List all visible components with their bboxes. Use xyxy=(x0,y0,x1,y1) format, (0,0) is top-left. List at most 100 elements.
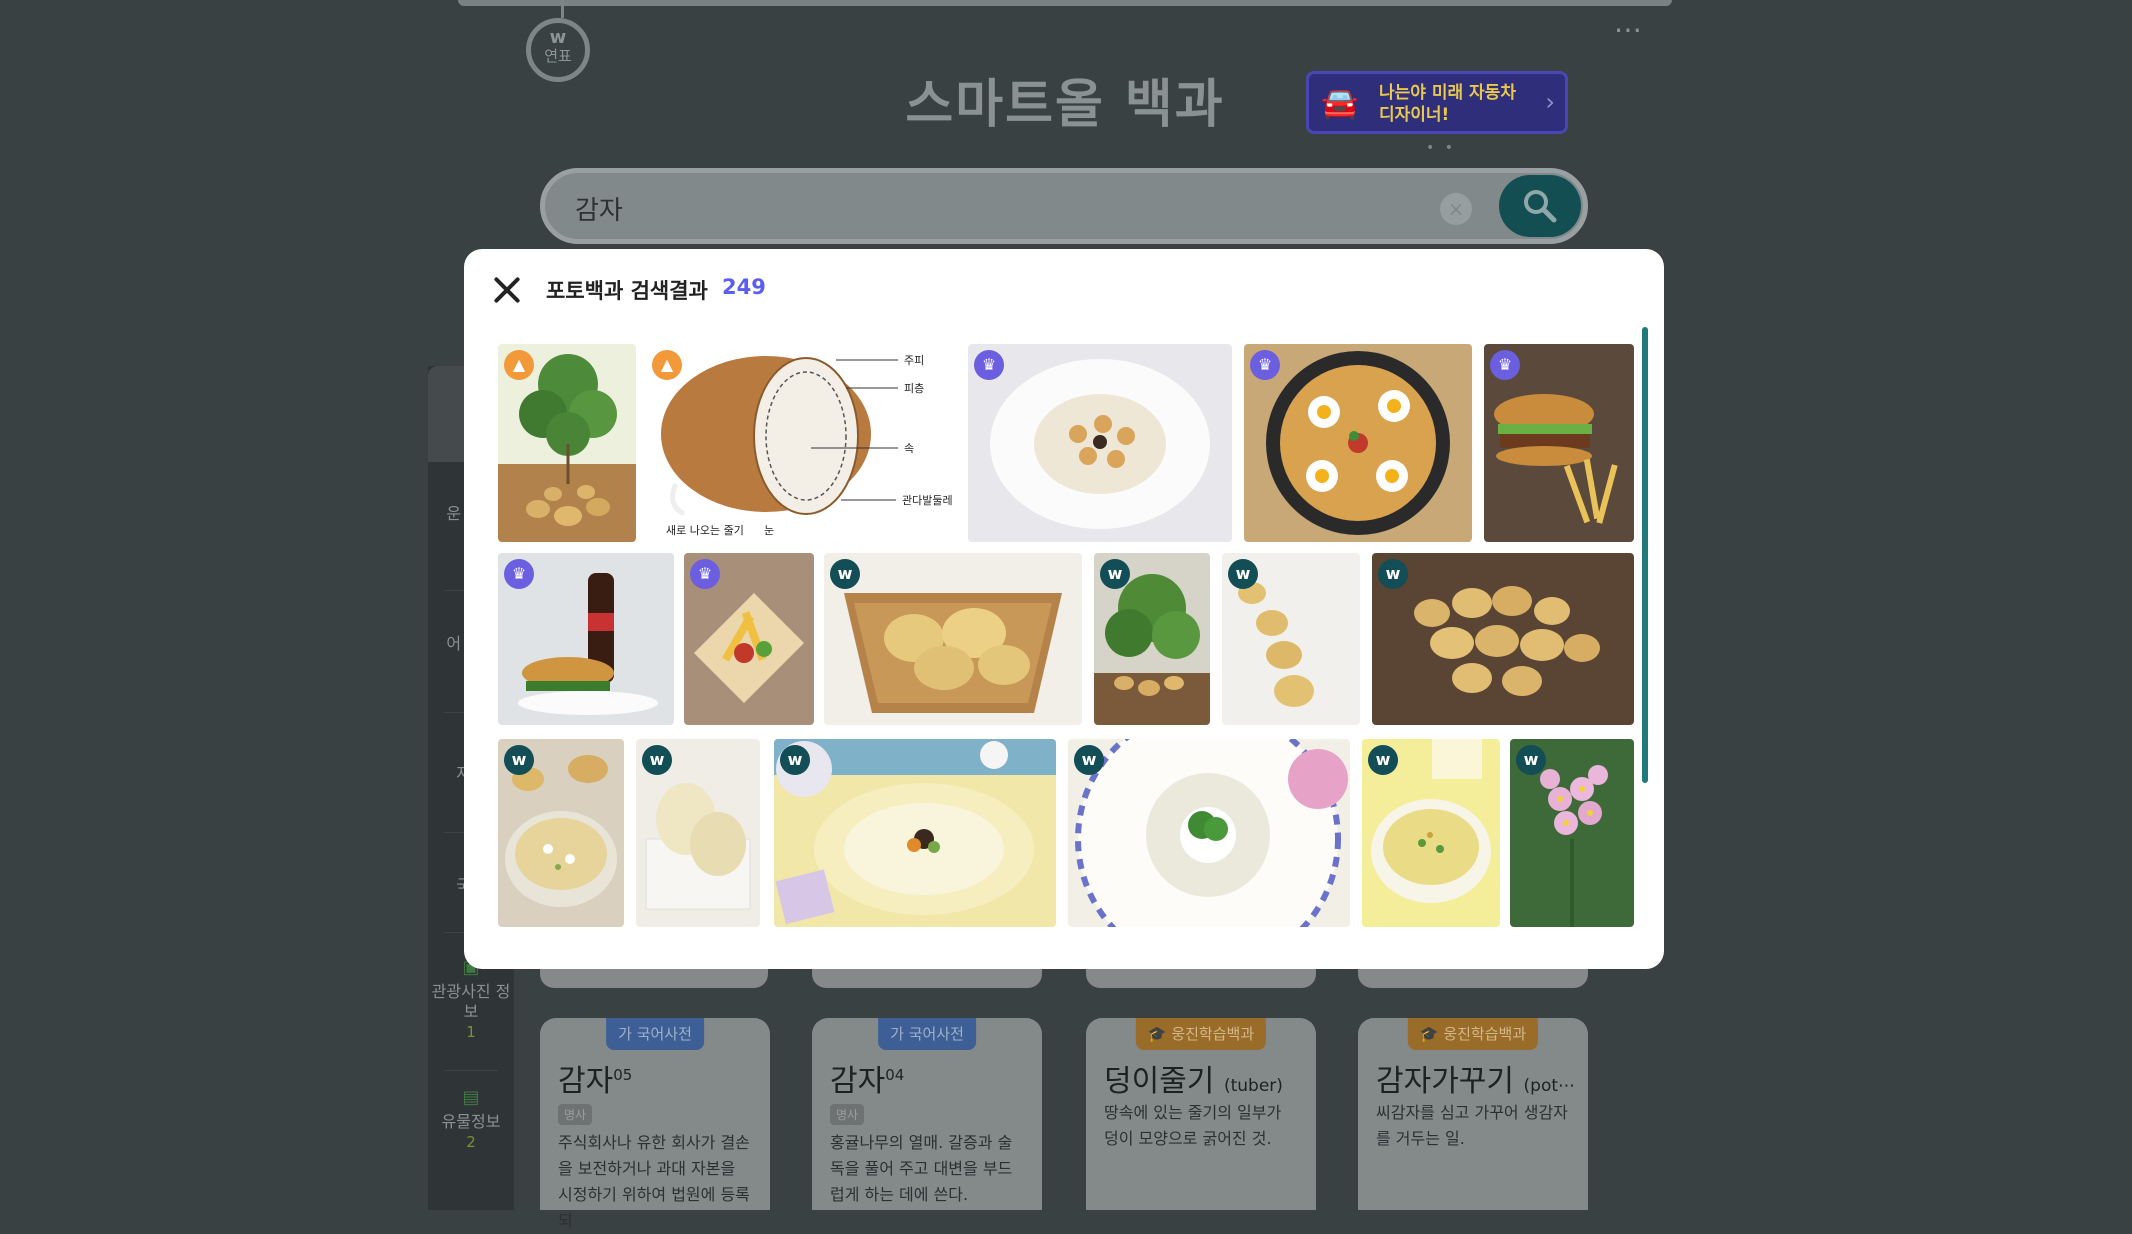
top-bar xyxy=(458,0,1672,6)
photo-potato-cream-soup[interactable]: w xyxy=(1362,739,1500,927)
noodle-bowl-image xyxy=(774,739,1056,925)
banner-text: 나는야 미래 자동차 디자이너! xyxy=(1379,83,1516,125)
card-tag-label: 웅진학습백과 xyxy=(1171,1025,1255,1043)
sidebar-item-tourism[interactable]: ▣ 관광사진 정보 1 xyxy=(428,958,514,1042)
w-logo-icon: w xyxy=(504,745,534,775)
photo-burger-set-with-cola[interactable]: ♛ xyxy=(498,553,674,725)
more-icon[interactable]: ⋯ xyxy=(1614,16,1644,44)
clear-icon[interactable]: × xyxy=(1440,193,1472,225)
card-tag-label: 국어사전 xyxy=(908,1025,964,1043)
part-of-speech-badge: 명사 xyxy=(558,1104,593,1125)
w-logo-icon: w xyxy=(549,27,567,48)
w-logo-icon: w xyxy=(1228,559,1258,589)
carousel-dots[interactable]: • • xyxy=(1426,140,1456,156)
diagram-label: 주피 xyxy=(904,354,924,367)
card-tag-label: 웅진학습백과 xyxy=(1443,1025,1527,1043)
sidebar-item-count: 1 xyxy=(466,1023,476,1041)
card-tag: 가 국어사전 xyxy=(878,1018,976,1050)
w-logo-icon: w xyxy=(830,559,860,589)
card-tag: 🎓 웅진학습백과 xyxy=(1407,1018,1539,1050)
card-title-text: 감자 xyxy=(830,1064,886,1099)
card-title: 감자가꾸기 (pot⋯ xyxy=(1376,1056,1575,1100)
photo-potato-noodle-bowl[interactable]: w xyxy=(774,739,1056,927)
crown-icon: ♛ xyxy=(1490,350,1520,380)
rice-ring-image xyxy=(1075,739,1348,927)
card-tag: 🎓 웅진학습백과 xyxy=(1135,1018,1267,1050)
car-icon: 🚘 xyxy=(1321,86,1359,121)
search-input[interactable] xyxy=(573,187,1397,229)
card-title: 감자05 xyxy=(558,1056,632,1100)
result-card[interactable]: 🎓 웅진학습백과 덩이줄기 (tuber) 땅속에 있는 줄기의 일부가 덩이 … xyxy=(1086,1018,1316,1210)
diagram-label: 속 xyxy=(904,442,914,455)
sidebar-item-relics[interactable]: ▤ 유물정보 2 xyxy=(428,1088,514,1152)
card-title-text: 덩이줄기 xyxy=(1104,1064,1215,1099)
sidebar-item-label: 관광사진 정보 xyxy=(431,982,511,1021)
card-title: 감자04 xyxy=(830,1056,904,1100)
photo-potato-pizza[interactable]: ♛ xyxy=(1244,344,1472,542)
diagram-label: 새로 나오는 줄기 xyxy=(666,524,744,537)
promo-banner[interactable]: 🚘 나는야 미래 자동차 디자이너! › xyxy=(1306,71,1568,134)
close-button[interactable] xyxy=(492,275,522,305)
diagram-label: 피층 xyxy=(904,382,924,395)
photo-potato-soup-bowl[interactable]: w xyxy=(498,739,624,927)
photo-potato-plant-illustration[interactable]: ▲ xyxy=(498,344,636,542)
timeline-button[interactable]: w 연표 xyxy=(526,18,590,82)
modal-title: 포토백과 검색결과 xyxy=(546,279,708,303)
mortarboard-icon: ▲ xyxy=(652,350,682,380)
mortarboard-icon: 🎓 xyxy=(1147,1025,1167,1043)
sidebar-item-count: 2 xyxy=(466,1133,476,1151)
photo-potatoes-in-a-row[interactable]: w xyxy=(1222,553,1360,725)
divider xyxy=(444,1070,498,1071)
relic-icon: ▤ xyxy=(462,1087,480,1108)
card-title-note: (tuber) xyxy=(1223,1076,1283,1096)
site-title: 스마트올 백과 xyxy=(905,75,1225,135)
crown-icon: ♛ xyxy=(974,350,1004,380)
mortarboard-icon: 🎓 xyxy=(1419,1025,1439,1043)
w-logo-icon: w xyxy=(1378,559,1408,589)
card-title-text: 감자 xyxy=(558,1064,614,1099)
w-logo-icon: w xyxy=(1516,745,1546,775)
crown-icon: ♛ xyxy=(1250,350,1280,380)
sidebar-item-label: 유물정보 xyxy=(441,1112,501,1131)
search-bar: × xyxy=(540,168,1588,244)
photo-potato-plant-soil[interactable]: w xyxy=(1094,553,1210,725)
basket-image xyxy=(844,593,1062,713)
w-logo-icon: w xyxy=(642,745,672,775)
mortarboard-icon: ▲ xyxy=(504,350,534,380)
dictionary-icon: 가 xyxy=(618,1025,632,1043)
photo-peeled-potatoes[interactable]: w xyxy=(636,739,760,927)
card-tag: 가 국어사전 xyxy=(606,1018,704,1050)
crown-icon: ♛ xyxy=(690,559,720,589)
card-title-sup: 04 xyxy=(885,1066,905,1084)
scrollbar-thumb[interactable] xyxy=(1642,327,1648,783)
photo-tortilla-wrap-fries[interactable]: ♛ xyxy=(684,553,814,725)
photo-potato-flower[interactable]: w xyxy=(1510,739,1634,927)
result-card[interactable]: 가 국어사전 감자04 명사 홍귤나무의 열매. 갈증과 술독을 풀어 주고 대… xyxy=(812,1018,1042,1210)
card-title-sup: 05 xyxy=(613,1066,633,1084)
w-logo-icon: w xyxy=(780,745,810,775)
photo-potato-pile-on-soil[interactable]: w xyxy=(1372,553,1634,725)
card-title-note: (pot⋯ xyxy=(1523,1076,1576,1096)
search-button[interactable] xyxy=(1499,175,1581,237)
photo-potato-rice-ring-with-broccoli[interactable]: w xyxy=(1068,739,1350,927)
result-count: 249 xyxy=(722,275,766,299)
photo-potatoes-in-basket[interactable]: w xyxy=(824,553,1082,725)
year-line xyxy=(561,0,564,18)
pizza-image xyxy=(1266,351,1450,535)
w-logo-icon: w xyxy=(1074,745,1104,775)
dictionary-icon: 가 xyxy=(890,1025,904,1043)
photo-burger-and-fries[interactable]: ♛ xyxy=(1484,344,1634,542)
result-card[interactable]: 가 국어사전 감자05 명사 주식회사나 유한 회사가 결손을 보전하거나 과대… xyxy=(540,1018,770,1230)
photo-results-modal: 포토백과 검색결과 249 ▲ 주피 피층 속 관다발둘레 새로 나오는 줄기 xyxy=(464,249,1664,969)
crown-icon: ♛ xyxy=(504,559,534,589)
photo-potato-gnocchi-plate[interactable]: ♛ xyxy=(968,344,1232,542)
card-tag-label: 국어사전 xyxy=(636,1025,692,1043)
card-description: 홍귤나무의 열매. 갈증과 술독을 풀어 주고 대변을 부드럽게 하는 데에 쓴… xyxy=(830,1133,1013,1204)
w-logo-icon: w xyxy=(1100,559,1130,589)
search-icon xyxy=(1524,190,1557,223)
photo-potato-cross-section-diagram[interactable]: 주피 피층 속 관다발둘레 새로 나오는 줄기 눈 ▲ xyxy=(646,344,966,542)
card-description: 땅속에 있는 줄기의 일부가 덩이 모양으로 굵어진 것. xyxy=(1104,1103,1282,1148)
card-title-text: 감자가꾸기 xyxy=(1376,1064,1514,1099)
result-card[interactable]: 🎓 웅진학습백과 감자가꾸기 (pot⋯ 씨감자를 심고 가꾸어 생감자를 거두… xyxy=(1358,1018,1588,1210)
potato-pile-image xyxy=(1414,586,1600,696)
